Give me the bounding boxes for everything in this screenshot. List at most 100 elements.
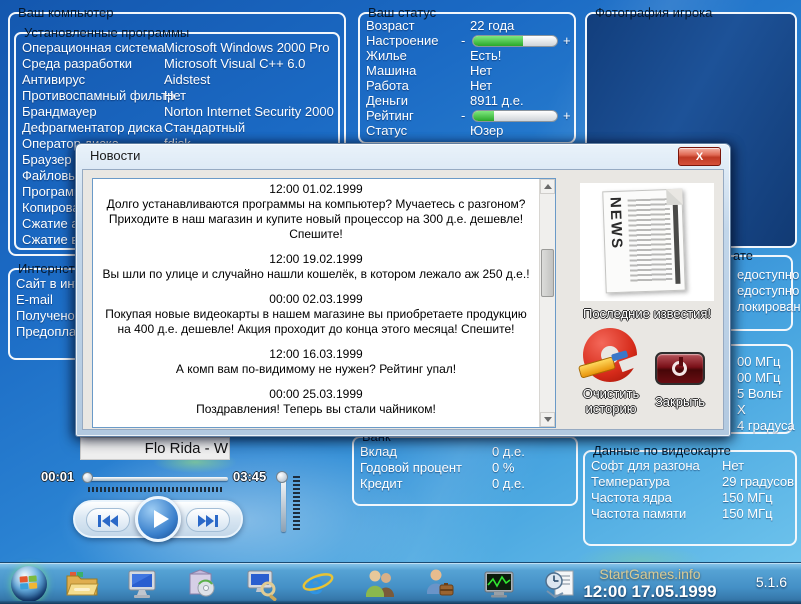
- close-dialog-label: Закрыть: [642, 394, 718, 409]
- users-icon[interactable]: [364, 567, 398, 601]
- status-row: Возраст22 года: [360, 18, 574, 33]
- panel-title: ате: [733, 248, 753, 264]
- program-label: Дефрагментатор диска: [22, 120, 162, 136]
- panel-title: Данные по видеокарте: [593, 443, 731, 459]
- status-row-mood: Настроение - +: [360, 33, 574, 48]
- bank-row: Годовой процент0 %: [354, 460, 576, 476]
- news-listbox[interactable]: 12:00 01.02.1999Долго устанавливаются пр…: [92, 178, 556, 428]
- taskbar: e StartGames.info 12:00 17.05.1999 5.1.6: [0, 562, 801, 604]
- rating-bar-fill: [473, 111, 494, 121]
- program-label: Брандмауер: [22, 104, 97, 120]
- previous-icon: [96, 513, 120, 529]
- panel-title: Ваш компьютер: [18, 5, 114, 21]
- status-value: Есть!: [470, 48, 501, 64]
- latest-news-caption: Последние известия!: [571, 306, 723, 321]
- panel-bank: Банк Вклад0 д.е. Годовой процент0 % Кред…: [352, 436, 578, 506]
- news-entry: 00:00 02.03.1999Покупая новые видеокарты…: [97, 292, 535, 337]
- previous-track-button[interactable]: [86, 508, 130, 532]
- program-value: Microsoft Visual C++ 6.0: [164, 56, 305, 72]
- newspaper-lines: [628, 198, 673, 283]
- news-timestamp: 12:00 16.03.1999: [97, 347, 535, 362]
- worker-icon[interactable]: [424, 567, 458, 601]
- minus-sign: -: [461, 108, 465, 123]
- bank-row: Вклад0 д.е.: [354, 444, 576, 460]
- videocard-row: Частота ядра150 МГц: [585, 490, 795, 506]
- internet-explorer-icon[interactable]: e: [301, 567, 335, 601]
- program-row: БрандмауерNorton Internet Security 2000: [16, 104, 338, 120]
- internet-label: Предоплач: [16, 324, 83, 340]
- news-timestamp: 00:00 02.03.1999: [97, 292, 535, 307]
- elapsed-time: 00:01: [41, 469, 74, 484]
- program-row: Операционная системаMicrosoft Windows 20…: [16, 40, 338, 56]
- progress-knob[interactable]: [82, 472, 93, 483]
- volume-knob[interactable]: [276, 471, 288, 483]
- panel-videocard: Данные по видеокарте Софт для разгонаНет…: [583, 450, 797, 546]
- news-text: Вы шли по улице и случайно нашли кошелёк…: [97, 267, 535, 282]
- close-button[interactable]: X: [678, 147, 721, 166]
- close-icon: X: [696, 151, 703, 163]
- news-dialog: Новости X 12:00 01.02.1999Долго устанавл…: [75, 143, 731, 437]
- news-scrollbar[interactable]: [539, 179, 555, 427]
- svg-text:e: e: [307, 568, 324, 601]
- desktop: Ваш компьютер Установленные программы Оп…: [0, 0, 801, 604]
- minus-sign: -: [461, 33, 465, 48]
- my-computer-icon[interactable]: [125, 567, 159, 601]
- videocard-value: 150 МГц: [722, 490, 773, 506]
- program-row: Дефрагментатор дискаСтандартный: [16, 120, 338, 136]
- status-row: СтатусЮзер: [360, 123, 574, 138]
- task-manager-icon[interactable]: [482, 567, 516, 601]
- news-timestamp: 12:00 01.02.1999: [97, 182, 535, 197]
- next-track-button[interactable]: [186, 508, 230, 532]
- version-label: 5.1.6: [756, 574, 787, 590]
- volume-ticks: [293, 476, 300, 532]
- program-value: Aidstest: [164, 72, 210, 88]
- news-timestamp: 12:00 19.02.1999: [97, 252, 535, 267]
- status-row-rating: Рейтинг - +: [360, 108, 574, 123]
- status-value: 22 года: [470, 18, 514, 34]
- next-icon: [196, 513, 220, 529]
- status-list: Возраст22 года Настроение - + ЖильеЕсть!…: [360, 18, 574, 138]
- start-button[interactable]: [11, 566, 47, 602]
- close-dialog-button[interactable]: [655, 352, 705, 385]
- windows-flag-icon: [19, 575, 38, 591]
- program-label: Браузер: [22, 152, 72, 168]
- search-icon[interactable]: [245, 567, 279, 601]
- progress-ticks: [88, 487, 224, 492]
- videocard-value: Нет: [722, 458, 744, 474]
- progress-slider[interactable]: [84, 477, 228, 481]
- rating-bar[interactable]: [472, 110, 558, 122]
- play-button[interactable]: [135, 496, 181, 542]
- game-datetime: 12:00 17.05.1999: [566, 582, 734, 602]
- scrollbar-thumb[interactable]: [541, 249, 554, 297]
- panel-title: Фотография игрока: [595, 5, 712, 21]
- newspaper-bar: [672, 196, 680, 284]
- status-row: ЖильеЕсть!: [360, 48, 574, 63]
- mood-bar[interactable]: [472, 35, 558, 47]
- program-value: Стандартный: [164, 120, 245, 136]
- program-row: АнтивирусAidstest: [16, 72, 338, 88]
- arrow-up-icon: [544, 184, 552, 189]
- arrow-down-icon: [544, 417, 552, 422]
- news-text: Поздравления! Теперь вы стали чайником!: [97, 402, 535, 417]
- videocard-value: 150 МГц: [722, 506, 773, 522]
- news-text: Покупая новые видеокарты в нашем магазин…: [97, 307, 535, 337]
- dialog-title: Новости: [90, 148, 140, 163]
- program-row: Противоспамный фильтрНет: [16, 88, 338, 104]
- scroll-up-button[interactable]: [540, 179, 555, 194]
- scroll-down-button[interactable]: [540, 412, 555, 427]
- play-icon: [152, 509, 170, 529]
- news-entry: 12:00 19.02.1999Вы шли по улице и случай…: [97, 252, 535, 282]
- track-title: Flo Rida - W: [80, 437, 230, 460]
- videocard-row: Частота памяти150 МГц: [585, 506, 795, 522]
- newspaper-fold: [666, 189, 683, 206]
- status-row: МашинаНет: [360, 63, 574, 78]
- clear-history-button[interactable]: [583, 328, 637, 382]
- news-text: Долго устанавливаются программы на компь…: [97, 197, 535, 242]
- news-timestamp: 00:00 25.03.1999: [97, 387, 535, 402]
- software-install-icon[interactable]: [185, 567, 219, 601]
- bank-row: Кредит0 д.е.: [354, 476, 576, 492]
- status-value: 8911 д.е.: [470, 93, 524, 109]
- news-entry: 00:00 25.03.1999Поздравления! Теперь вы …: [97, 387, 535, 417]
- plus-sign: +: [563, 108, 571, 123]
- explorer-folder-icon[interactable]: [65, 567, 99, 601]
